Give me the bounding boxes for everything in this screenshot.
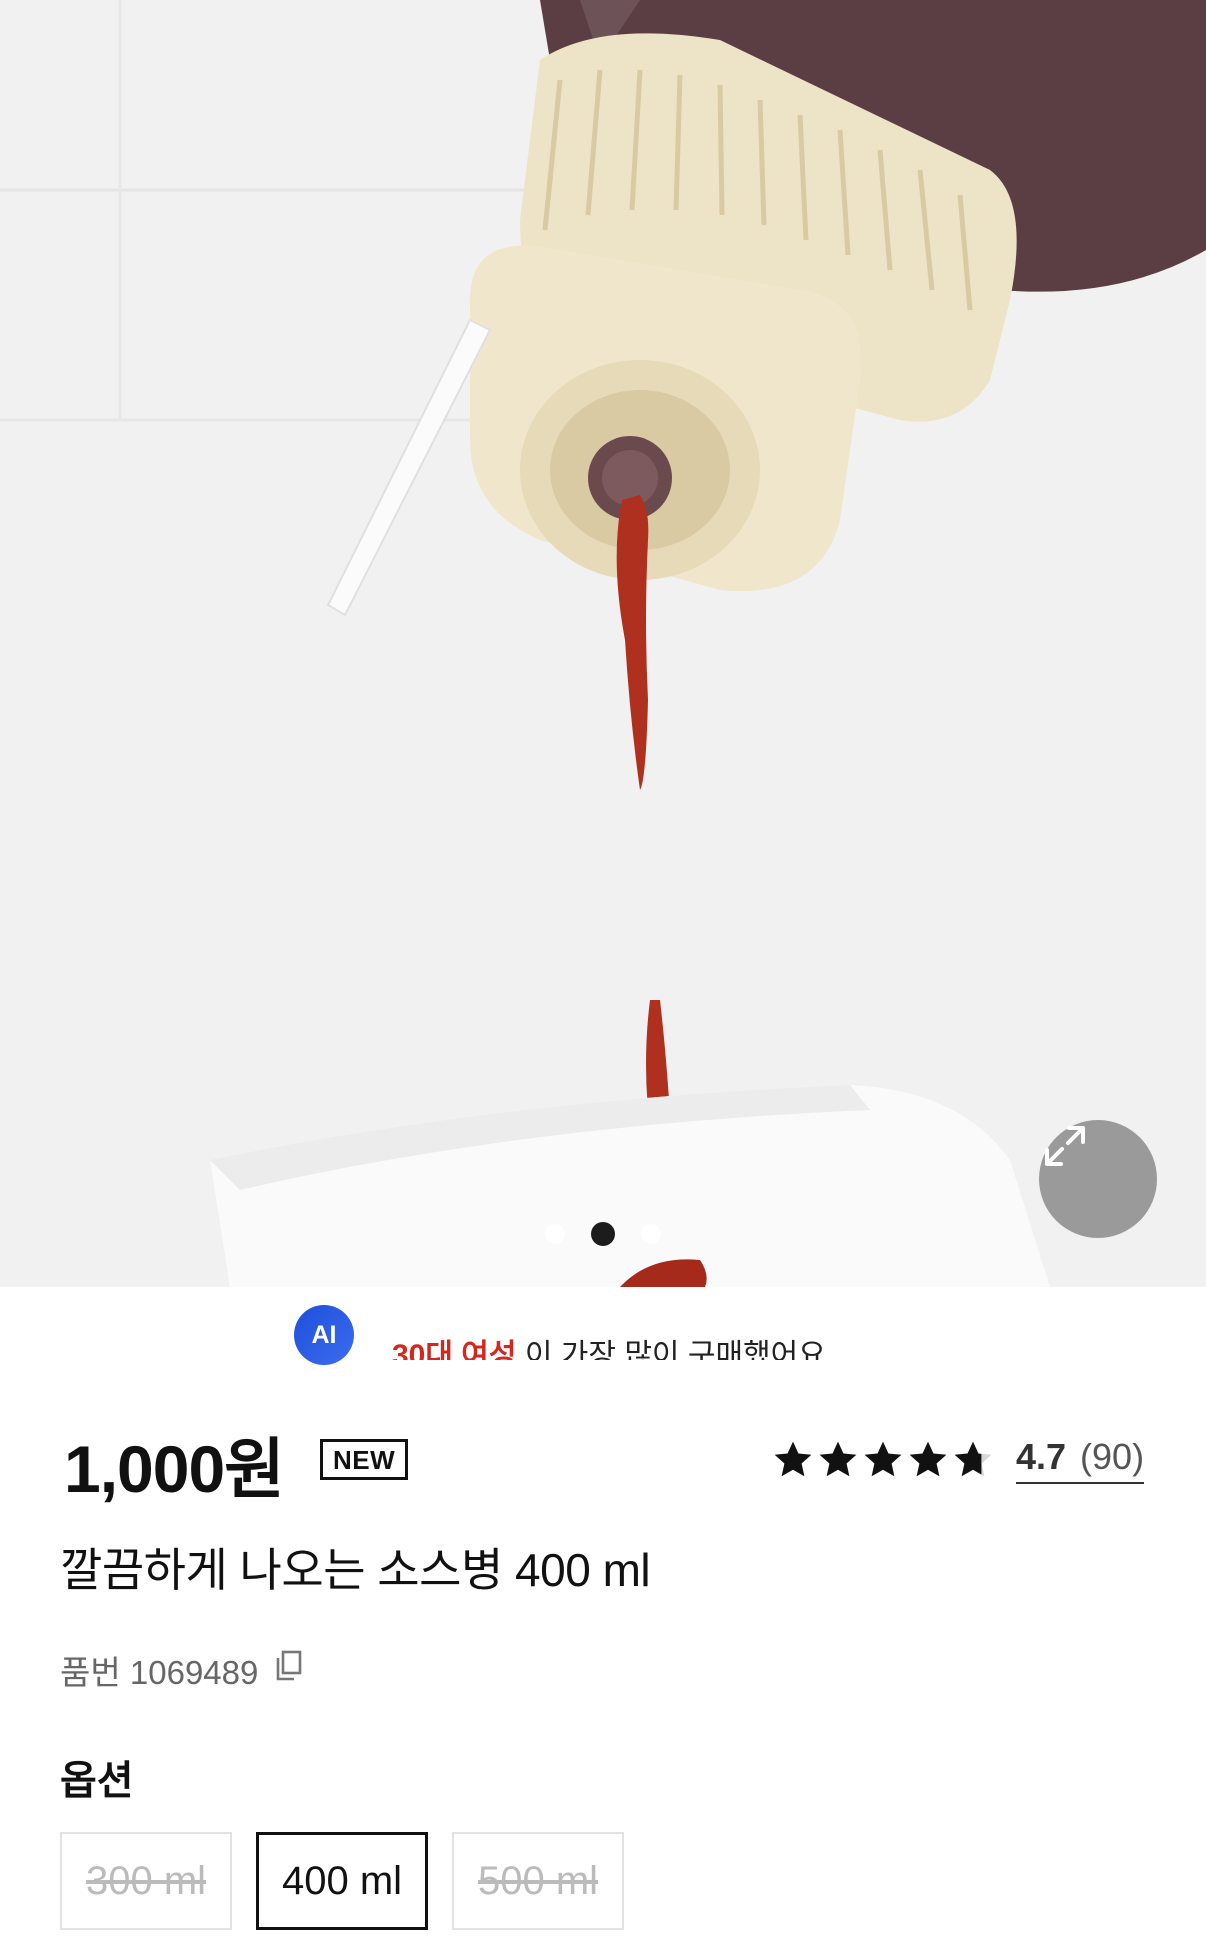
rating-score: 4.7 [1016,1436,1067,1477]
ai-summary-banner[interactable]: AI 30대 여성 이 가장 많이 구매했어요 [0,1287,1206,1373]
ai-summary-ticker: 30대 여성 이 가장 많이 구매했어요 [372,1300,912,1360]
product-rating: 4.7 (90) [772,1436,1145,1484]
ai-summary-highlight: 30대 여성 [392,1339,517,1360]
ai-badge: AI [294,1305,354,1365]
product-photo [0,0,1206,1287]
option-300ml[interactable]: 300 ml [60,1832,232,1930]
option-500ml[interactable]: 500 ml [452,1832,624,1930]
product-price: 1,000원 [64,1432,285,1506]
expand-image-button[interactable] [1039,1120,1157,1238]
sku-label: 품번 1069489 [60,1654,259,1691]
star-icon [819,1441,857,1477]
options-heading: 옵션 [60,1759,134,1803]
star-icon [909,1441,947,1477]
copy-icon[interactable] [274,1649,304,1691]
option-list: 300 ml 400 ml 500 ml [60,1832,624,1930]
pagination-dot[interactable] [545,1224,565,1244]
ai-summary-text: 이 가장 많이 구매했어요 [524,1339,826,1360]
product-image-carousel[interactable] [0,0,1206,1287]
review-count: (90) [1080,1436,1145,1477]
expand-arrows-icon [1045,1126,1085,1166]
product-sku: 품번 1069489 [60,1646,304,1694]
ai-summary-current-line: 30대 여성 이 가장 많이 구매했어요 [392,1330,826,1360]
star-icon [954,1441,992,1477]
star-icon [774,1441,812,1477]
star-icon [864,1441,902,1477]
product-title: 깔끔하게 나오는 소스병 400 ml [60,1544,651,1596]
review-link[interactable]: 4.7 (90) [1016,1436,1145,1484]
new-badge: NEW [320,1439,409,1480]
option-400ml[interactable]: 400 ml [256,1832,428,1930]
rating-stars [772,1439,994,1481]
carousel-pagination [0,1222,1206,1246]
pagination-dot-active[interactable] [591,1222,615,1246]
pagination-dot[interactable] [641,1224,661,1244]
